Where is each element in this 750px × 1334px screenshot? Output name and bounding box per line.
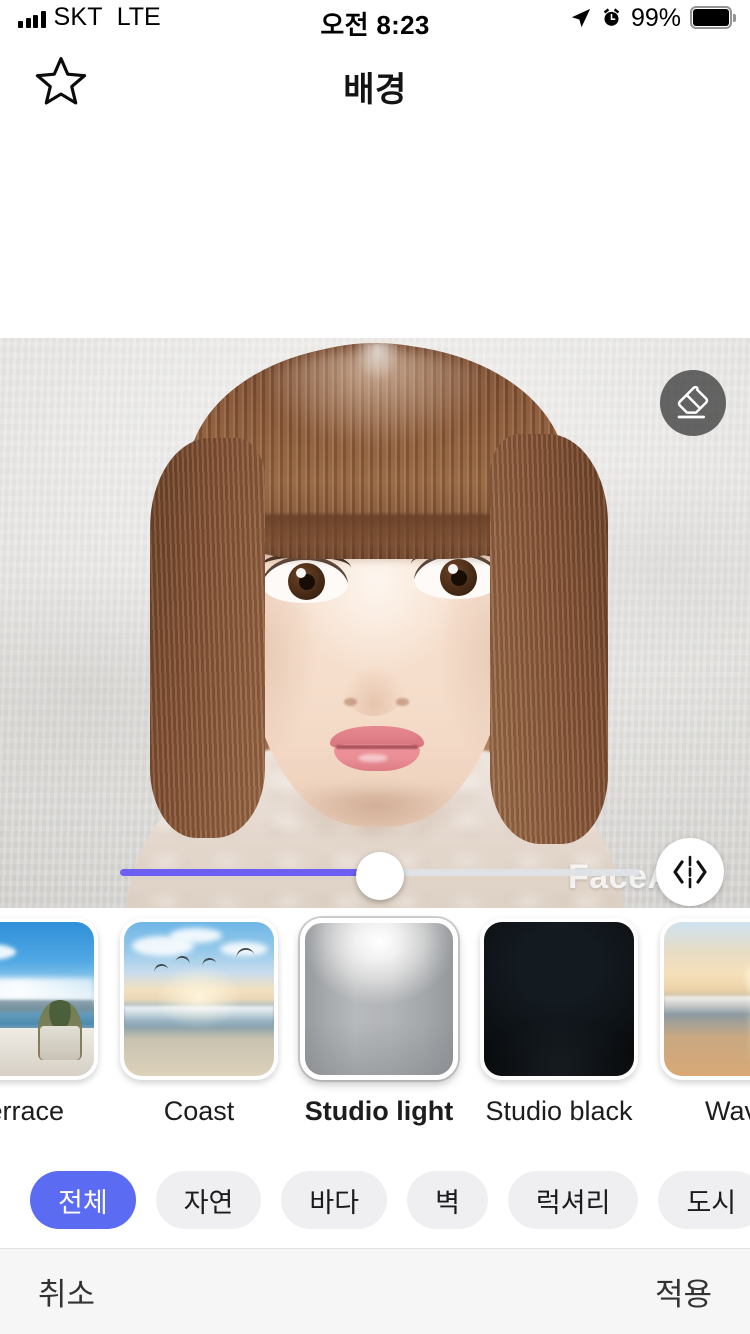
slider-fill: [120, 869, 380, 876]
thumbnail-art: [0, 922, 94, 1076]
thumbnail-art: [664, 922, 750, 1076]
category-chip-전체[interactable]: 전체: [30, 1171, 136, 1229]
category-chip-럭셔리[interactable]: 럭셔리: [507, 1171, 639, 1229]
background-thumbnail-strip[interactable]: Terrace Coast Studio light Studio black Wave: [0, 908, 750, 1153]
thumbnail-terrace[interactable]: Terrace: [0, 918, 98, 1127]
thumbnail-label: Wave: [704, 1096, 750, 1126]
thumbnail-image: [0, 918, 98, 1080]
alarm-clock-icon: [603, 8, 620, 26]
category-chip-도시[interactable]: 도시: [658, 1171, 750, 1229]
neck-shadow: [276, 790, 476, 860]
battery-icon: [690, 6, 736, 29]
portrait-subject: [0, 338, 750, 908]
category-chip-벽[interactable]: 벽: [407, 1171, 488, 1229]
thumbnail-row: Terrace Coast Studio light Studio black Wave: [0, 918, 750, 1127]
thumbnail-label: Terrace: [0, 1096, 65, 1126]
page-title: 배경: [343, 71, 407, 109]
nav-bar: 배경: [0, 42, 750, 130]
status-bar: SKT LTE 오전 8:23 99%: [0, 0, 750, 40]
compare-before-after-button[interactable]: [656, 838, 724, 906]
apply-button[interactable]: 적용: [635, 1259, 732, 1324]
battery-percent-label: 99%: [630, 3, 681, 32]
thumbnail-image: [300, 918, 458, 1080]
lips: [330, 726, 424, 772]
thumbnail-label: Studio black: [485, 1096, 633, 1126]
category-filter-bar[interactable]: 전체자연바다벽럭셔리도시햇빛: [0, 1155, 750, 1247]
app-screen: SKT LTE 오전 8:23 99% 배경 FaceA rrace Coast…: [0, 0, 750, 1334]
thumbnail-image: [660, 918, 750, 1080]
thumbnail-studio-black[interactable]: Studio black: [480, 918, 638, 1127]
hair-front-left: [150, 438, 265, 838]
photo-preview[interactable]: [0, 338, 750, 908]
thumbnail-image: [120, 918, 278, 1080]
category-chip-자연[interactable]: 자연: [155, 1171, 262, 1229]
eraser-icon: [677, 385, 709, 419]
status-bar-right: 99%: [570, 3, 736, 32]
thumbnail-studio-light[interactable]: Studio light: [300, 918, 458, 1127]
thumbnail-art: [484, 922, 634, 1076]
compare-split-icon: [673, 855, 707, 889]
thumbnail-coast[interactable]: Coast: [120, 918, 278, 1127]
category-chip-row: 전체자연바다벽럭셔리도시햇빛: [30, 1171, 750, 1229]
thumbnail-art: [305, 923, 453, 1075]
location-arrow-icon: [571, 8, 591, 27]
nostril-right: [396, 698, 409, 706]
thumbnail-label: Coast: [163, 1096, 235, 1126]
bottom-action-bar: 취소 적용: [0, 1248, 750, 1334]
nostril-left: [344, 698, 357, 706]
eraser-button[interactable]: [660, 370, 726, 436]
slider-knob[interactable]: [356, 852, 404, 900]
thumbnail-image: [480, 918, 638, 1080]
thumbnail-label: Studio light: [304, 1096, 454, 1126]
hair-front-right: [490, 434, 608, 844]
hair-parting: [348, 342, 408, 404]
category-chip-바다[interactable]: 바다: [281, 1171, 388, 1229]
thumbnail-wave[interactable]: Wave: [660, 918, 750, 1127]
thumbnail-art: [124, 922, 274, 1076]
blur-intensity-slider[interactable]: [120, 852, 640, 900]
cancel-button[interactable]: 취소: [18, 1259, 115, 1324]
